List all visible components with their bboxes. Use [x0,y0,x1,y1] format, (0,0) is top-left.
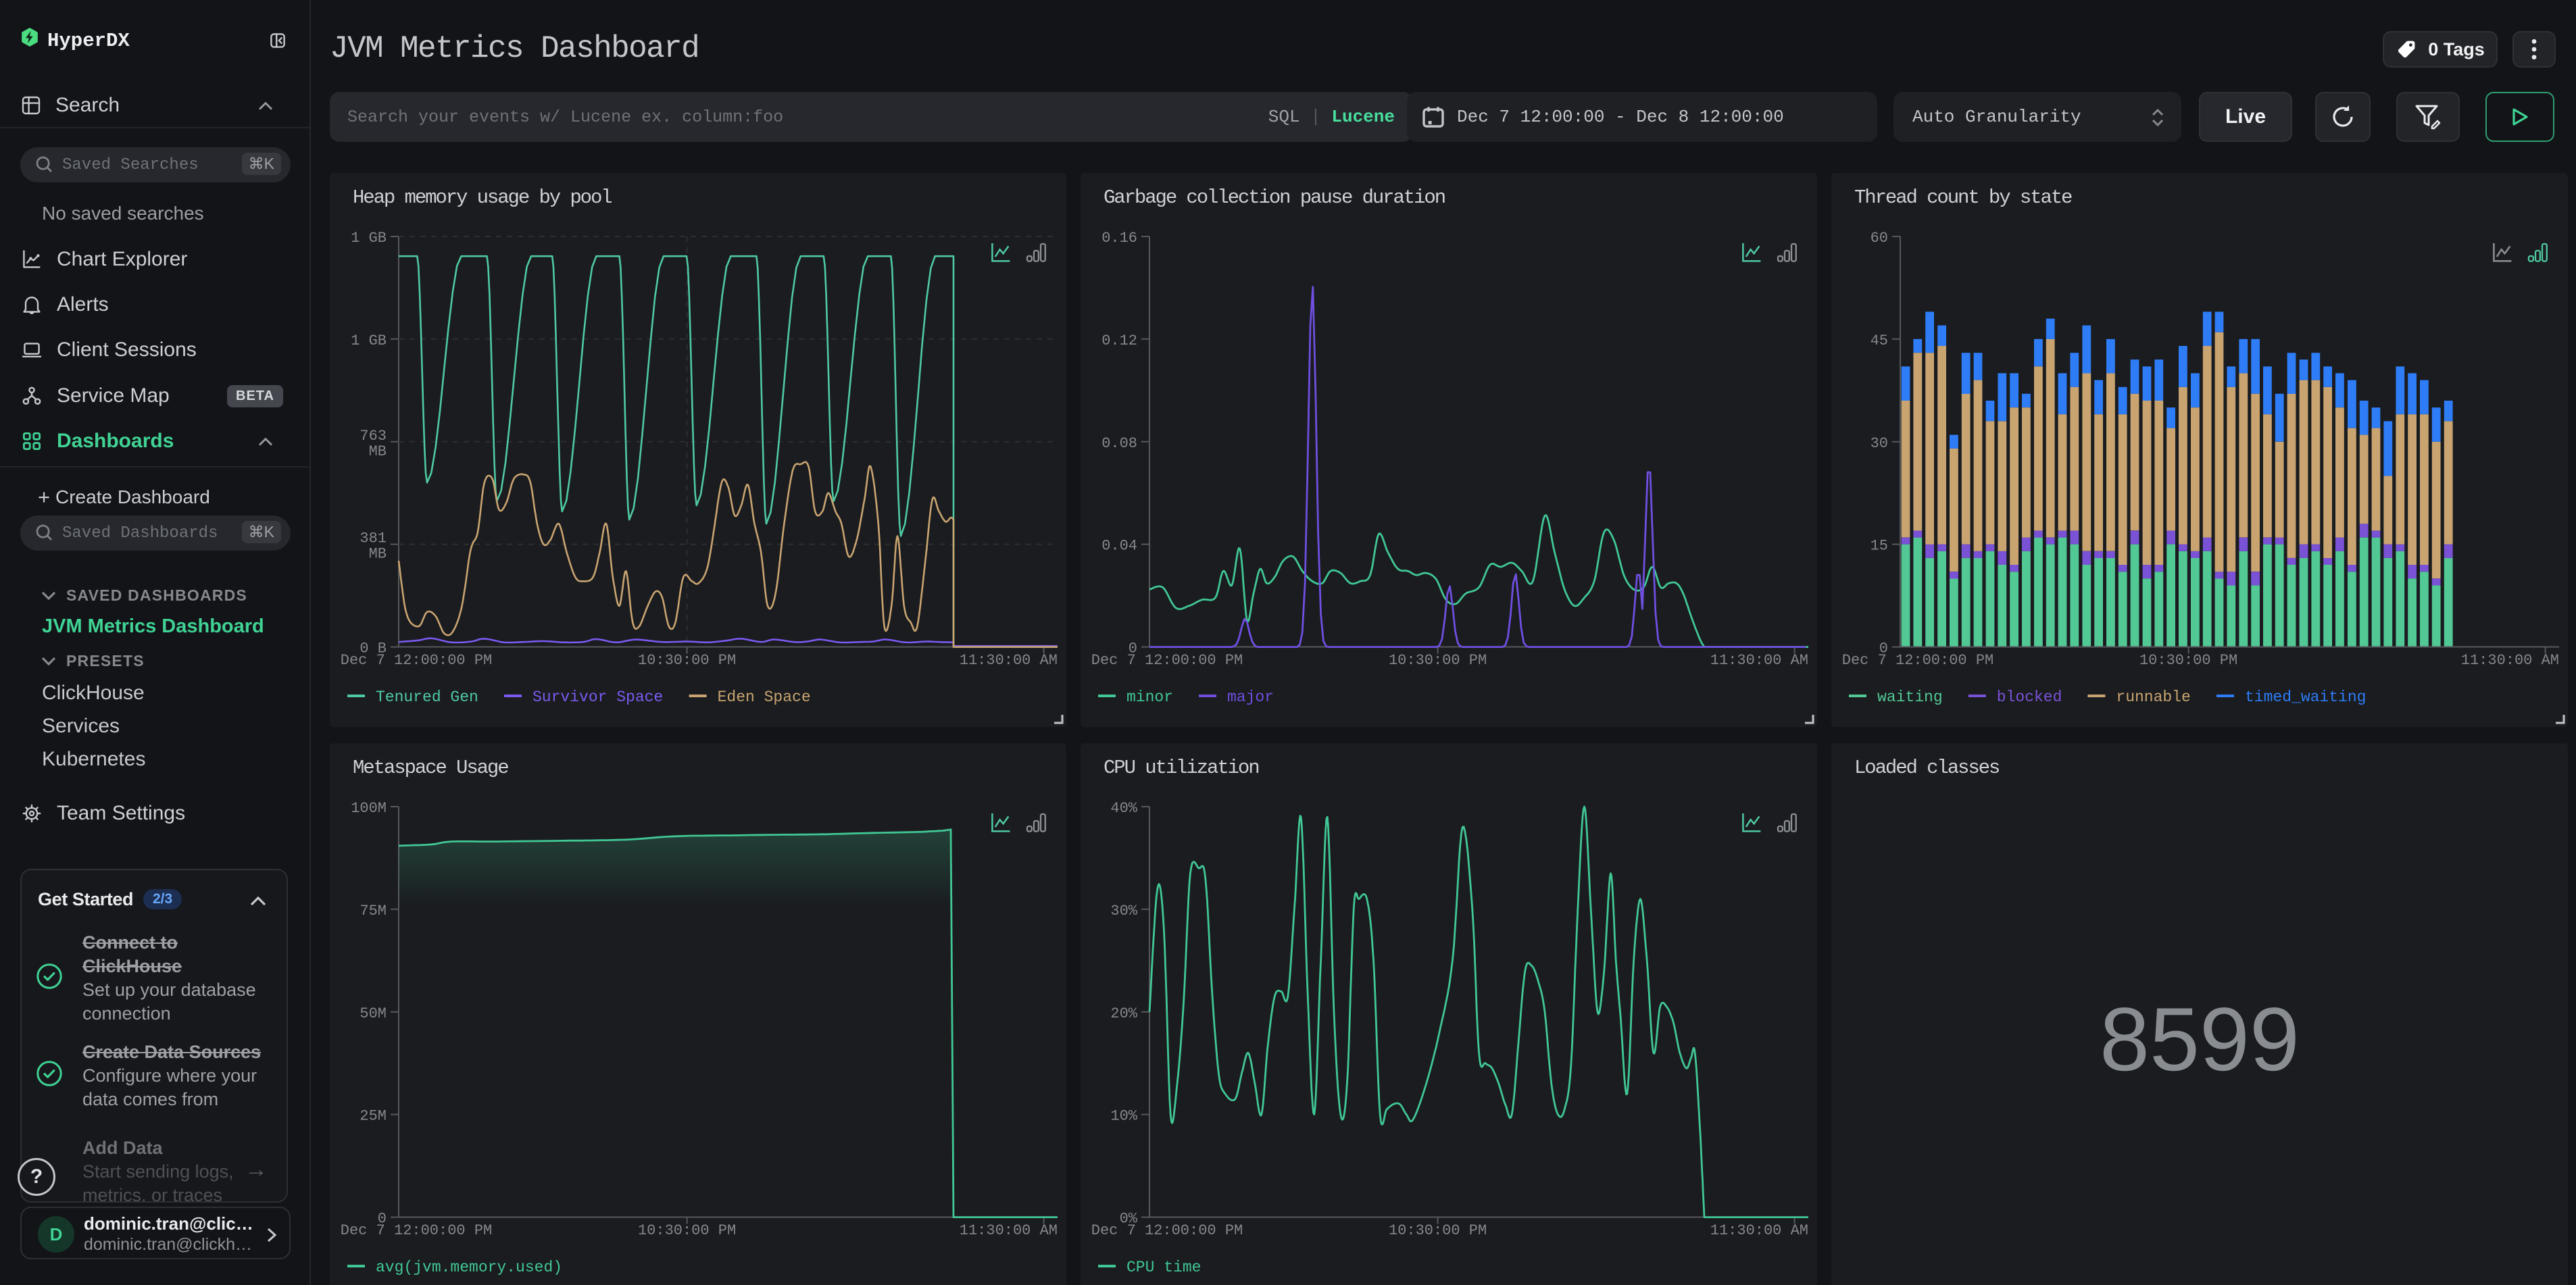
svg-text:Tenured Gen: Tenured Gen [376,688,478,706]
svg-text:381: 381 [360,530,387,547]
svg-text:11:30:00 AM: 11:30:00 AM [960,652,1058,669]
svg-text:runnable: runnable [2116,688,2190,706]
svg-text:Eden Space: Eden Space [718,688,811,706]
svg-text:20%: 20% [1110,1005,1137,1022]
svg-text:1 GB: 1 GB [351,332,387,349]
svg-text:8599: 8599 [2100,990,2300,1090]
svg-text:Dec 7 12:00:00 PM: Dec 7 12:00:00 PM [341,1222,492,1239]
svg-text:10:30:00 PM: 10:30:00 PM [1389,1222,1487,1239]
svg-text:11:30:00 AM: 11:30:00 AM [1710,1222,1808,1239]
svg-text:waiting: waiting [1877,688,1943,706]
svg-text:11:30:00 AM: 11:30:00 AM [2461,652,2559,669]
svg-text:CPU time: CPU time [1126,1259,1201,1276]
svg-text:minor: minor [1126,688,1173,706]
svg-text:25M: 25M [360,1107,387,1124]
svg-text:40%: 40% [1110,800,1137,817]
svg-text:10:30:00 PM: 10:30:00 PM [638,652,736,669]
svg-text:Dec 7 12:00:00 PM: Dec 7 12:00:00 PM [1842,652,1993,669]
svg-text:Dec 7 12:00:00 PM: Dec 7 12:00:00 PM [341,652,492,669]
svg-text:MB: MB [369,443,387,460]
svg-text:10:30:00 PM: 10:30:00 PM [2139,652,2237,669]
svg-text:Dec 7 12:00:00 PM: Dec 7 12:00:00 PM [1091,1222,1243,1239]
svg-text:60: 60 [1871,230,1888,247]
svg-text:Survivor Space: Survivor Space [532,688,663,706]
svg-text:0.16: 0.16 [1101,230,1137,247]
svg-text:15: 15 [1871,538,1888,555]
svg-text:1 GB: 1 GB [351,230,387,247]
svg-text:30: 30 [1871,435,1888,452]
svg-text:0.08: 0.08 [1101,435,1137,452]
svg-text:blocked: blocked [1997,688,2062,706]
svg-text:30%: 30% [1110,902,1137,919]
svg-text:major: major [1227,688,1274,706]
svg-text:11:30:00 AM: 11:30:00 AM [960,1222,1058,1239]
svg-text:11:30:00 AM: 11:30:00 AM [1710,652,1808,669]
svg-text:50M: 50M [360,1005,387,1022]
svg-text:10:30:00 PM: 10:30:00 PM [1389,652,1487,669]
svg-text:Dec 7 12:00:00 PM: Dec 7 12:00:00 PM [1091,652,1243,669]
svg-text:timed_waiting: timed_waiting [2245,688,2366,706]
svg-text:0.12: 0.12 [1101,332,1137,349]
svg-text:10%: 10% [1110,1107,1137,1124]
svg-text:100M: 100M [351,800,387,817]
svg-text:MB: MB [369,546,387,563]
svg-text:45: 45 [1871,332,1888,349]
svg-text:763: 763 [360,428,387,445]
svg-text:75M: 75M [360,902,387,919]
svg-text:0.04: 0.04 [1101,538,1137,555]
svg-text:avg(jvm.memory.used): avg(jvm.memory.used) [376,1259,562,1276]
svg-text:10:30:00 PM: 10:30:00 PM [638,1222,736,1239]
